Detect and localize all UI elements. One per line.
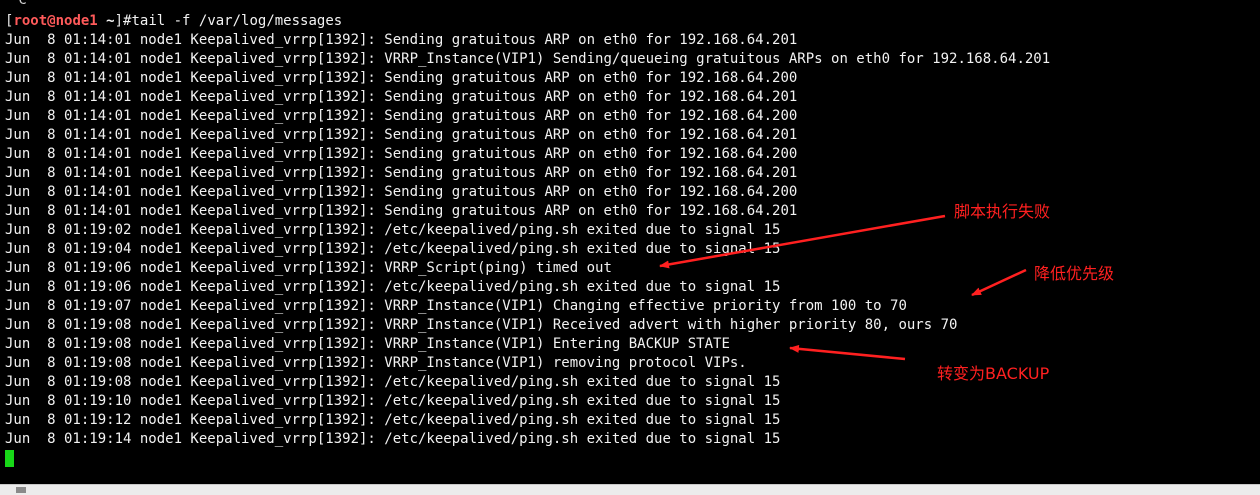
log-line: Jun 8 01:19:02 node1 Keepalived_vrrp[139…	[5, 222, 781, 238]
terminal-output: [root@node1 ~]#tail -f /var/log/messages…	[5, 12, 1050, 449]
log-line: Jun 8 01:19:06 node1 Keepalived_vrrp[139…	[5, 279, 781, 295]
log-line: Jun 8 01:14:01 node1 Keepalived_vrrp[139…	[5, 32, 798, 48]
log-line: Jun 8 01:19:12 node1 Keepalived_vrrp[139…	[5, 412, 781, 428]
annotation-script-failed: 脚本执行失败	[954, 202, 1051, 221]
prompt-directory: ~	[97, 13, 115, 29]
log-line: Jun 8 01:19:10 node1 Keepalived_vrrp[139…	[5, 393, 781, 409]
log-line: Jun 8 01:14:01 node1 Keepalived_vrrp[139…	[5, 51, 1051, 67]
log-line: Jun 8 01:14:01 node1 Keepalived_vrrp[139…	[5, 89, 798, 105]
log-line: Jun 8 01:19:07 node1 Keepalived_vrrp[139…	[5, 298, 907, 314]
horizontal-scrollbar[interactable]	[0, 484, 1260, 495]
log-line: Jun 8 01:14:01 node1 Keepalived_vrrp[139…	[5, 165, 798, 181]
shell-command: #tail -f /var/log/messages	[123, 13, 343, 29]
log-line: Jun 8 01:19:08 node1 Keepalived_vrrp[139…	[5, 317, 958, 333]
log-line: Jun 8 01:14:01 node1 Keepalived_vrrp[139…	[5, 146, 798, 162]
log-line: Jun 8 01:19:08 node1 Keepalived_vrrp[139…	[5, 374, 781, 390]
log-line: Jun 8 01:14:01 node1 Keepalived_vrrp[139…	[5, 184, 798, 200]
log-line: Jun 8 01:19:08 node1 Keepalived_vrrp[139…	[5, 336, 730, 352]
annotation-priority-lowered: 降低优先级	[1034, 264, 1115, 283]
annotation-to-backup: 转变为BACKUP	[937, 364, 1050, 383]
log-line: Jun 8 01:14:01 node1 Keepalived_vrrp[139…	[5, 127, 798, 143]
interrupt-echo: ^C	[10, 0, 27, 8]
terminal-cursor	[5, 450, 14, 467]
log-line: Jun 8 01:19:04 node1 Keepalived_vrrp[139…	[5, 241, 781, 257]
log-line: Jun 8 01:14:01 node1 Keepalived_vrrp[139…	[5, 108, 798, 124]
prompt-user-host: root@node1	[13, 13, 98, 29]
log-line: Jun 8 01:19:14 node1 Keepalived_vrrp[139…	[5, 431, 781, 447]
prompt-close-bracket: ]	[114, 13, 124, 29]
log-line: Jun 8 01:19:06 node1 Keepalived_vrrp[139…	[5, 260, 612, 276]
log-line: Jun 8 01:19:08 node1 Keepalived_vrrp[139…	[5, 355, 747, 371]
log-line: Jun 8 01:14:01 node1 Keepalived_vrrp[139…	[5, 70, 798, 86]
log-line: Jun 8 01:14:01 node1 Keepalived_vrrp[139…	[5, 203, 798, 219]
terminal-window[interactable]: ^C [root@node1 ~]#tail -f /var/log/messa…	[0, 0, 1260, 484]
scrollbar-thumb[interactable]	[16, 487, 26, 493]
shell-prompt-line: [root@node1 ~]#tail -f /var/log/messages	[5, 12, 1050, 31]
